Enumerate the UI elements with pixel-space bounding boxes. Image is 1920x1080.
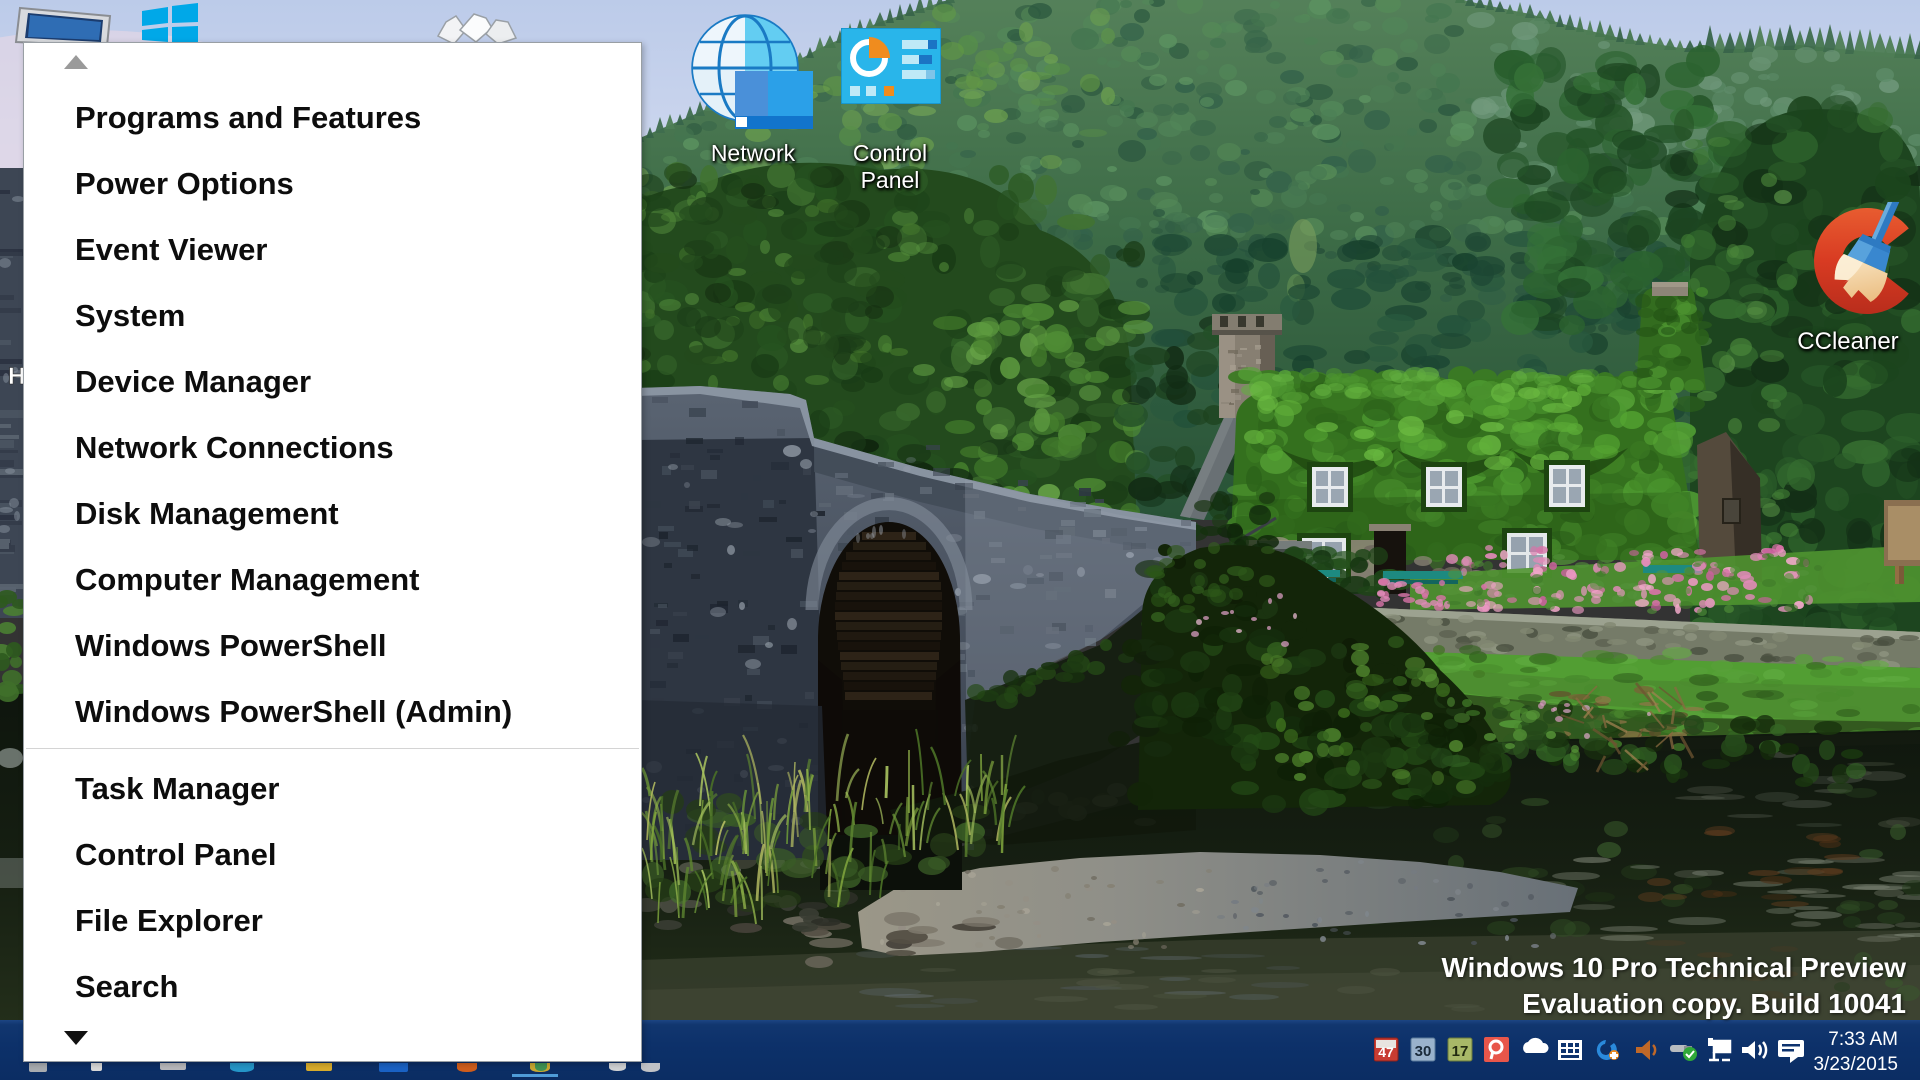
- svg-text:17: 17: [1452, 1043, 1469, 1060]
- svg-text:30: 30: [1415, 1043, 1432, 1060]
- svg-text:47: 47: [1378, 1044, 1394, 1060]
